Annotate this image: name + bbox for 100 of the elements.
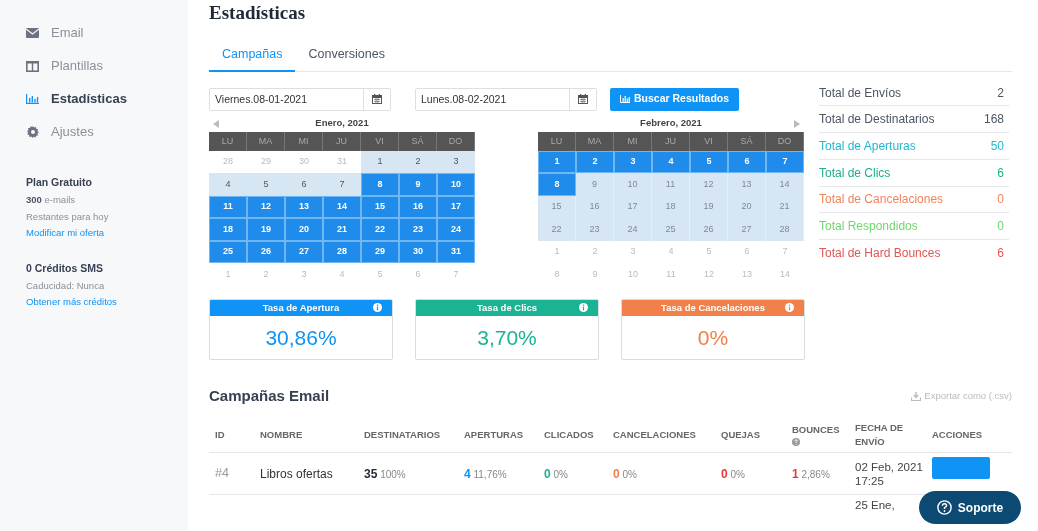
calendar-day[interactable]: 15 [538,195,576,219]
sidebar-item[interactable]: Email [26,24,188,42]
calendar-day[interactable]: 31 [437,240,475,264]
calendar-day[interactable]: 24 [437,218,475,241]
calendar-day[interactable]: 21 [323,218,361,241]
calendar-day[interactable]: 5 [247,173,285,196]
calendar-day[interactable]: 1 [538,240,576,264]
date-field[interactable]: Viernes.08-01-2021 [209,87,391,111]
calendar-day[interactable]: 14 [766,173,804,196]
calendar-day[interactable]: 14 [766,263,804,286]
calendar-day[interactable]: 11 [209,195,247,219]
tab[interactable]: Conversiones [295,45,398,72]
calendar-day[interactable]: 8 [538,173,576,196]
calendar-day[interactable]: 8 [538,263,576,286]
calendar-day[interactable]: 14 [323,195,361,219]
calendar-day[interactable]: 23 [576,218,614,241]
modify-plan-link[interactable]: Modificar mi oferta [26,225,105,242]
calendar-day[interactable]: 4 [209,173,247,196]
sidebar-item[interactable]: Plantillas [26,57,188,75]
calendar-day[interactable]: 6 [399,263,437,286]
info-icon[interactable] [785,302,794,312]
calendar-day[interactable]: 9 [576,173,614,196]
info-icon[interactable] [373,302,382,312]
calendar-day[interactable]: 29 [247,150,285,174]
calendar-day[interactable]: 18 [209,218,247,241]
calendar-day[interactable]: 20 [285,218,323,241]
calendar-day[interactable]: 2 [576,150,614,174]
calendar-day[interactable]: 10 [437,173,475,196]
calendar-day[interactable]: 5 [690,240,728,264]
calendar-day[interactable]: 13 [728,173,766,196]
tab[interactable]: Campañas [209,45,296,72]
calendar-day[interactable]: 29 [361,240,399,264]
calendar-day[interactable]: 17 [437,195,475,219]
calendar-day[interactable]: 30 [399,240,437,264]
calendar-day[interactable]: 25 [652,218,690,241]
calendar-day[interactable]: 30 [285,150,323,174]
calendar-day[interactable]: 11 [652,263,690,286]
calendar-day[interactable]: 8 [361,173,399,196]
calendar-day[interactable]: 27 [728,218,766,241]
calendar-day[interactable]: 2 [399,150,437,174]
calendar-day[interactable]: 6 [728,150,766,174]
calendar-day[interactable]: 22 [538,218,576,241]
calendar-day[interactable]: 26 [247,240,285,264]
calendar-day[interactable]: 3 [437,150,475,174]
calendar-day[interactable]: 10 [614,173,652,196]
calendar-day[interactable]: 19 [247,218,285,241]
calendar-day[interactable]: 26 [690,218,728,241]
calendar-day[interactable]: 18 [652,195,690,219]
calendar-day[interactable]: 12 [247,195,285,219]
calendar-day[interactable]: 6 [285,173,323,196]
calendar-day[interactable]: 11 [652,173,690,196]
calendar-day[interactable]: 15 [361,195,399,219]
calendar-day[interactable]: 24 [614,218,652,241]
calendar-day[interactable]: 23 [399,218,437,241]
calendar-day[interactable]: 13 [728,263,766,286]
calendar-day[interactable]: 1 [209,263,247,286]
calendar-day[interactable]: 9 [576,263,614,286]
calendar-day[interactable]: 7 [766,240,804,264]
calendar-day[interactable]: 13 [285,195,323,219]
calendar-day[interactable]: 2 [576,240,614,264]
calendar-day[interactable]: 16 [576,195,614,219]
calendar-day[interactable]: 10 [614,263,652,286]
support-button[interactable]: Soporte [919,491,1021,524]
calendar-day[interactable]: 25 [209,240,247,264]
calendar-day[interactable]: 22 [361,218,399,241]
calendar-day[interactable]: 7 [323,173,361,196]
calendar-day[interactable]: 28 [766,218,804,241]
calendar-day[interactable]: 28 [323,240,361,264]
next-month-icon[interactable] [794,119,800,128]
calendar-day[interactable]: 9 [399,173,437,196]
calendar-day[interactable]: 2 [247,263,285,286]
calendar-day[interactable]: 1 [538,150,576,174]
calendar-day[interactable]: 1 [361,150,399,174]
date-field[interactable]: Lunes.08-02-2021 [415,87,597,111]
calendar-day[interactable]: 7 [766,150,804,174]
info-icon[interactable] [579,302,588,312]
calendar-day[interactable]: 12 [690,173,728,196]
more-credits-link[interactable]: Obtener más créditos [26,294,117,311]
calendar-day[interactable]: 6 [728,240,766,264]
action-button[interactable] [932,456,990,479]
calendar-day[interactable]: 20 [728,195,766,219]
export-link[interactable]: Exportar como (.csv) [911,388,1012,404]
calendar-day[interactable]: 21 [766,195,804,219]
search-results-button[interactable]: Buscar Resultados [610,87,740,111]
sidebar-item[interactable]: Ajustes [26,123,188,141]
calendar-day[interactable]: 17 [614,195,652,219]
calendar-day[interactable]: 28 [209,150,247,174]
calendar-day[interactable]: 4 [652,240,690,264]
calendar-day[interactable]: 27 [285,240,323,264]
calendar-day[interactable]: 16 [399,195,437,219]
calendar-day[interactable]: 4 [652,150,690,174]
calendar-icon[interactable] [372,94,382,105]
calendar-day[interactable]: 4 [323,263,361,286]
calendar-day[interactable]: 5 [690,150,728,174]
help-icon[interactable] [792,438,800,447]
calendar-day[interactable]: 12 [690,263,728,286]
calendar-day[interactable]: 5 [361,263,399,286]
calendar-day[interactable]: 3 [285,263,323,286]
calendar-day[interactable]: 7 [437,263,475,286]
calendar-day[interactable]: 3 [614,150,652,174]
